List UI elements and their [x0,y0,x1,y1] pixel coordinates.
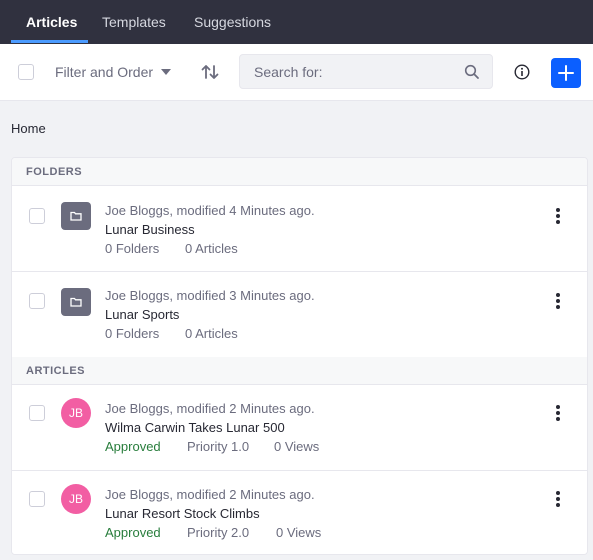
folder-icon [61,202,91,230]
row-checkbox[interactable] [29,491,45,507]
avatar: JB [61,398,91,428]
priority-label: Priority 1.0 [187,439,250,454]
status-label: Approved [105,439,161,454]
folder-icon [61,288,91,316]
item-meta: Joe Bloggs, modified 2 Minutes ago. [105,401,315,416]
actions-menu-icon[interactable] [555,293,561,309]
folders-section-header: FOLDERS [12,158,587,186]
list-item[interactable]: JB Joe Bloggs, modified 2 Minutes ago. L… [12,471,587,554]
articles-header-label: ARTICLES [26,365,85,377]
sort-order-icon[interactable] [200,62,220,82]
row-checkbox[interactable] [29,293,45,309]
views-label: 0 Views [276,525,322,540]
add-button[interactable] [551,58,581,88]
item-meta: Joe Bloggs, modified 2 Minutes ago. [105,487,315,502]
actions-menu-icon[interactable] [555,405,561,421]
item-title[interactable]: Lunar Business [105,222,195,237]
filter-and-order-dropdown[interactable]: Filter and Order [55,63,153,81]
avatar: JB [61,484,91,514]
actions-menu-icon[interactable] [555,208,561,224]
row-checkbox[interactable] [29,405,45,421]
breadcrumb[interactable]: Home [11,121,46,136]
top-navbar: Articles Templates Suggestions [0,0,593,44]
article-count: 0 Articles [185,326,238,341]
folder-count: 0 Folders [105,241,160,256]
row-checkbox[interactable] [29,208,45,224]
item-title[interactable]: Lunar Resort Stock Climbs [105,506,260,521]
status-label: Approved [105,525,161,540]
articles-section-header: ARTICLES [12,357,587,385]
item-meta: Joe Bloggs, modified 4 Minutes ago. [105,203,315,218]
search-box [239,54,493,89]
item-meta: Joe Bloggs, modified 3 Minutes ago. [105,288,315,303]
actions-menu-icon[interactable] [555,491,561,507]
active-tab-indicator [11,40,88,43]
list-item[interactable]: Joe Bloggs, modified 3 Minutes ago. Luna… [12,272,587,358]
caret-down-icon[interactable] [161,69,171,75]
list-item[interactable]: Joe Bloggs, modified 4 Minutes ago. Luna… [12,186,587,272]
list-item[interactable]: JB Joe Bloggs, modified 2 Minutes ago. W… [12,385,587,471]
select-all-checkbox[interactable] [18,64,34,80]
management-toolbar: Filter and Order [0,44,593,101]
article-count: 0 Articles [185,241,238,256]
info-icon[interactable] [514,64,530,80]
tab-templates[interactable]: Templates [102,0,166,44]
item-title[interactable]: Lunar Sports [105,307,179,322]
tab-articles[interactable]: Articles [26,0,77,44]
views-label: 0 Views [274,439,320,454]
folder-count: 0 Folders [105,326,160,341]
tab-suggestions[interactable]: Suggestions [194,0,271,44]
entries-list: FOLDERS Joe Bloggs, modified 4 Minutes a… [11,157,588,555]
item-title[interactable]: Wilma Carwin Takes Lunar 500 [105,420,285,435]
search-icon[interactable] [464,64,480,80]
search-input[interactable] [254,55,454,88]
folders-header-label: FOLDERS [26,166,83,178]
priority-label: Priority 2.0 [187,525,250,540]
